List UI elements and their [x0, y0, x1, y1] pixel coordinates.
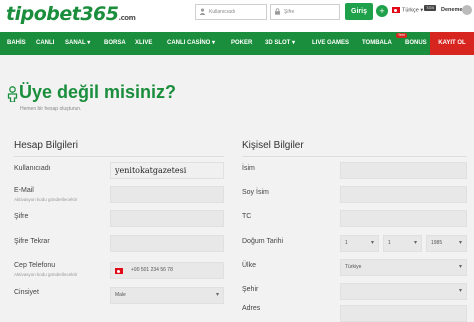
nav-item-3d-slot-label: 3D SLOT: [265, 40, 291, 46]
phone-label: Cep Telefonu: [14, 262, 56, 269]
country-value: Türkiye: [345, 264, 362, 270]
nav-item-sanal-label: SANAL: [65, 40, 86, 46]
birth-year-select[interactable]: 1985: [426, 235, 467, 252]
nav-item-canli-casino-label: CANLI CASİNO: [167, 40, 211, 46]
country-label: Ülke: [242, 262, 257, 269]
nav-item-borsa[interactable]: BORSA: [104, 32, 126, 55]
password-repeat-label: Şifre Tekrar: [14, 238, 50, 245]
logo-text: tipobet365: [6, 3, 119, 25]
main-nav: BAHİS CANLI SANAL ▾ BORSA XLIVE CANLI CA…: [0, 32, 474, 55]
personal-divider: [242, 156, 467, 157]
surname-label: Soy İsim: [242, 189, 269, 196]
surname-field[interactable]: [340, 186, 467, 203]
user-icon: [199, 8, 206, 15]
person-icon: [7, 86, 18, 102]
plus-button[interactable]: +: [376, 5, 388, 17]
phone-value: +90 501 234 56 78: [131, 267, 173, 273]
nav-item-sanal[interactable]: SANAL ▾: [65, 32, 90, 55]
nav-item-xlive[interactable]: XLIVE: [135, 32, 152, 55]
signup-username-input[interactable]: yenitokatgazetesi: [110, 162, 224, 179]
language-selector[interactable]: Türkçe ▾: [392, 7, 423, 13]
username-input[interactable]: Kullanıcıadı: [195, 4, 267, 20]
city-select[interactable]: [340, 283, 467, 300]
site-logo[interactable]: tipobet365.com: [6, 3, 136, 25]
signup-button[interactable]: KAYIT OL: [430, 32, 474, 55]
email-hint: Aktivasyon kodu gönderilecektir: [14, 197, 78, 202]
nav-item-canli[interactable]: CANLI: [36, 32, 54, 55]
email-label: E-Mail: [14, 187, 34, 194]
account-section-title: Hesap Bilgileri: [14, 140, 78, 151]
username-label: Kullanıcıadı: [14, 165, 51, 172]
lock-icon: [275, 8, 280, 15]
tc-label: TC: [242, 213, 252, 220]
password-label: Şifre: [14, 213, 29, 220]
gender-value: Male: [115, 292, 126, 298]
gender-label: Cinsiyet: [14, 289, 39, 296]
password-field[interactable]: [110, 210, 224, 227]
birth-day-value: 1: [345, 240, 348, 246]
support-badge[interactable]: 7/24: [424, 5, 436, 11]
page-title: Üye değil misiniz?: [19, 82, 177, 102]
birth-month-value: 1: [388, 240, 391, 246]
gender-select[interactable]: Male: [110, 287, 224, 304]
page-subtitle: Hemen bir hesap oluşturun.: [20, 106, 82, 112]
language-label: Türkçe: [402, 7, 419, 14]
account-divider: [14, 156, 224, 157]
avatar-icon[interactable]: [462, 5, 472, 15]
top-bar: tipobet365.com Kullanıcıadı Şifre Giriş …: [0, 0, 474, 32]
logo-suffix: .com: [118, 14, 136, 22]
password-repeat-field[interactable]: [110, 235, 224, 252]
nav-item-bahis[interactable]: BAHİS: [7, 32, 26, 55]
phone-hint: Aktivasyon kodu gönderilecektir: [14, 272, 78, 277]
address-field[interactable]: [340, 305, 467, 322]
nav-item-live-games[interactable]: LIVE GAMES: [312, 32, 349, 55]
name-field[interactable]: [340, 162, 467, 179]
city-label: Şehir: [242, 286, 259, 293]
nav-item-tombala[interactable]: TOMBALA: [362, 32, 392, 55]
birth-year-value: 1985: [431, 240, 443, 246]
password-input[interactable]: Şifre: [270, 4, 340, 20]
nav-item-canli-casino[interactable]: CANLI CASİNO ▾: [167, 32, 215, 55]
address-label: Adres: [242, 305, 261, 312]
turkey-flag-icon: [392, 7, 400, 13]
login-button[interactable]: Giriş: [345, 3, 373, 20]
birth-date-label: Doğum Tarihi: [242, 238, 284, 245]
personal-section-title: Kişisel Bilgiler: [242, 140, 304, 151]
demo-link[interactable]: Deneme: [441, 7, 462, 13]
birth-day-select[interactable]: 1: [340, 235, 379, 252]
country-select[interactable]: Türkiye: [340, 259, 467, 276]
nav-item-3d-slot[interactable]: 3D SLOT ▾: [265, 32, 295, 55]
password-placeholder: Şifre: [284, 9, 295, 15]
phone-field[interactable]: +90 501 234 56 78: [110, 262, 224, 279]
username-placeholder: Kullanıcıadı: [209, 9, 236, 15]
tc-field[interactable]: [340, 210, 467, 227]
email-field[interactable]: [110, 186, 224, 203]
nav-item-poker[interactable]: POKER: [231, 32, 252, 55]
name-label: İsim: [242, 165, 255, 172]
nav-item-bonus[interactable]: BONUS: [405, 32, 427, 55]
phone-flag-icon: [115, 268, 123, 274]
birth-month-select[interactable]: 1: [383, 235, 422, 252]
